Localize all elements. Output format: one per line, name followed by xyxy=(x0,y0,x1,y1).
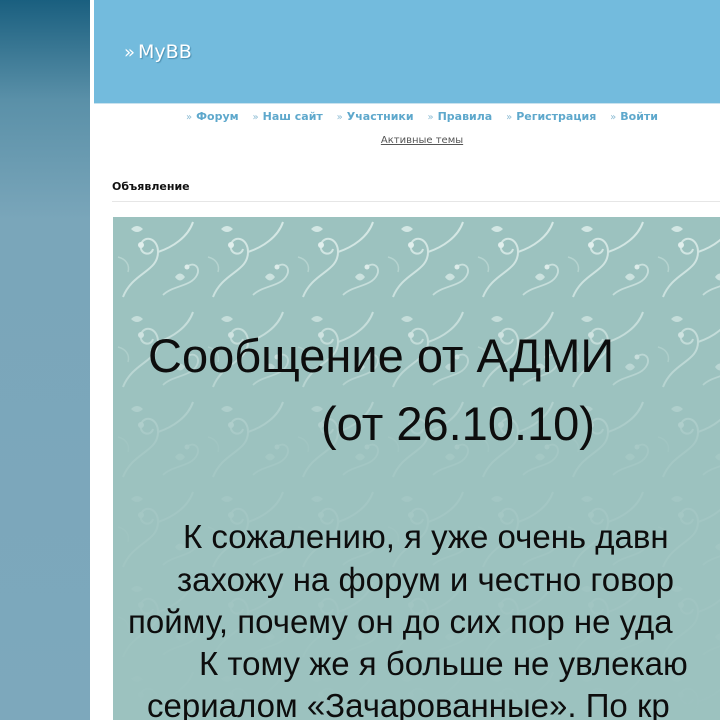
nav-arrow-icon: » xyxy=(610,112,617,123)
nav-arrow-icon: » xyxy=(506,112,513,123)
nav-site-link[interactable]: » Наш сайт xyxy=(252,110,322,123)
banner-line-1: К сожалению, я уже очень давн xyxy=(183,518,669,555)
nav-forum-link[interactable]: » Форум xyxy=(186,110,239,123)
nav-rules-label: Правила xyxy=(437,110,493,123)
nav-members-link[interactable]: » Участники xyxy=(337,110,414,123)
left-gradient-column xyxy=(0,0,90,720)
nav-login-link[interactable]: » Войти xyxy=(610,110,658,123)
banner-line-5: сериалом «Зачарованные». По кр xyxy=(147,687,670,720)
page: » MyBB » Форум » Наш сайт » Участники » Прав… xyxy=(0,0,720,720)
forum-logo[interactable]: » MyBB xyxy=(124,40,192,64)
nav-arrow-icon: » xyxy=(336,112,343,123)
banner-line-3: пойму, почему он до сих пор не уда xyxy=(128,603,673,640)
announcement-banner-image: Сообщение от АДМИ (от 26.10.10) К сожале… xyxy=(113,217,720,720)
nav-arrow-icon: » xyxy=(186,112,193,123)
forum-header: » MyBB xyxy=(94,0,720,104)
announcement-divider xyxy=(112,201,720,202)
banner-date: (от 26.10.10) xyxy=(321,397,595,450)
logo-text: MyBB xyxy=(138,41,192,63)
nav-forum-label: Форум xyxy=(196,110,239,123)
main-content: » MyBB » Форум » Наш сайт » Участники » Прав… xyxy=(94,0,720,720)
banner-heading: Сообщение от АДМИ xyxy=(148,329,615,382)
banner-line-2: захожу на форум и честно говор xyxy=(177,561,674,598)
nav-register-link[interactable]: » Регистрация xyxy=(506,110,596,123)
active-topics-link[interactable]: Активные темы xyxy=(94,135,720,146)
main-navigation: » Форум » Наш сайт » Участники » Правила » Ре… xyxy=(94,110,720,123)
nav-site-label: Наш сайт xyxy=(262,110,323,123)
announcement-title: Объявление xyxy=(112,180,190,193)
nav-login-label: Войти xyxy=(620,110,658,123)
nav-arrow-icon: » xyxy=(427,112,434,123)
nav-rules-link[interactable]: » Правила xyxy=(427,110,492,123)
nav-members-label: Участники xyxy=(346,110,414,123)
nav-arrow-icon: » xyxy=(252,112,259,123)
banner-line-4: К тому же я больше не увлекаю xyxy=(199,645,688,682)
logo-chevron-icon: » xyxy=(124,41,135,63)
nav-register-label: Регистрация xyxy=(516,110,597,123)
